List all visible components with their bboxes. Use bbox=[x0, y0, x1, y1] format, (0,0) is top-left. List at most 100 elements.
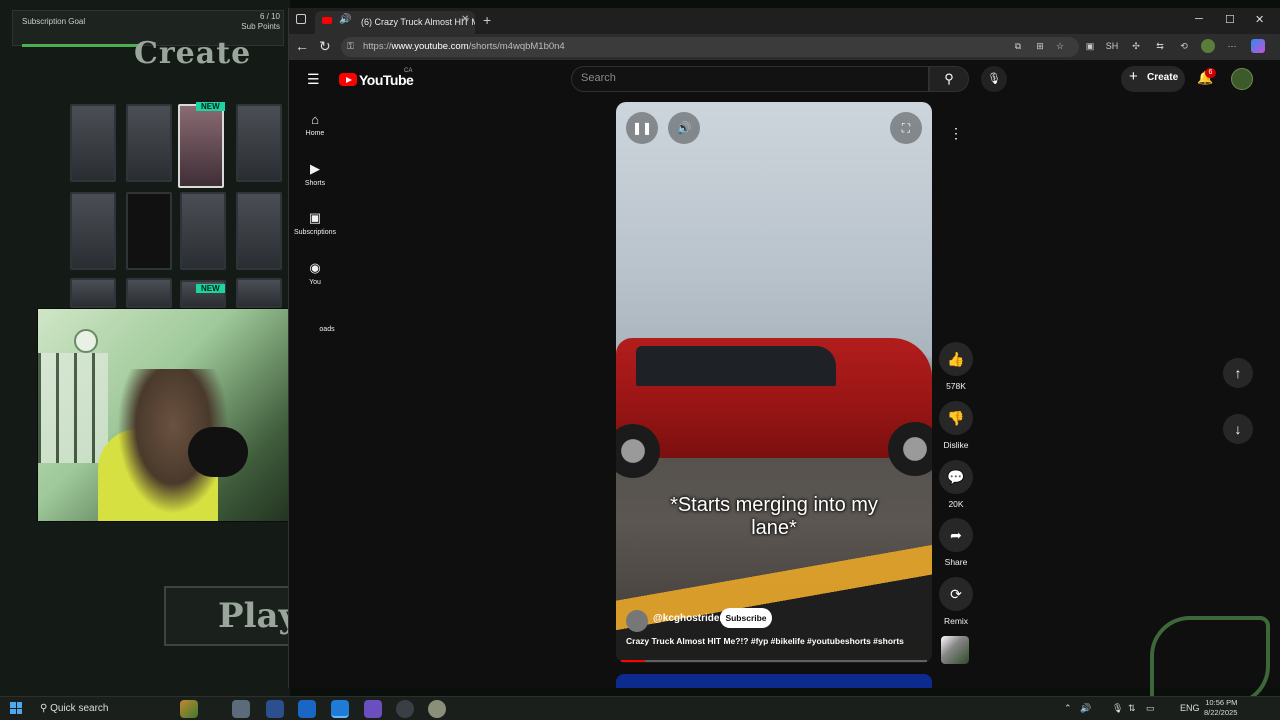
storage-icon[interactable]: ▭ bbox=[1146, 703, 1155, 714]
tab-actions-icon[interactable] bbox=[296, 14, 306, 24]
browser-window: (6) Crazy Truck Almost HIT M 🔊 ✕ + ─ ☐ ✕… bbox=[288, 8, 1280, 688]
close-window-icon[interactable]: ✕ bbox=[1255, 13, 1264, 26]
character-card bbox=[126, 192, 172, 270]
character-card bbox=[126, 104, 172, 182]
video-progress-bar[interactable] bbox=[621, 660, 927, 662]
network-icon[interactable]: ⇅ bbox=[1128, 703, 1136, 714]
pause-icon: ❚❚ bbox=[631, 121, 653, 135]
fullscreen-button[interactable]: ⛶ bbox=[890, 112, 922, 144]
sidebar-item-label: Subscriptions bbox=[293, 229, 337, 236]
favorite-star-icon[interactable]: ☆ bbox=[1053, 39, 1067, 53]
comment-icon: 💬 bbox=[947, 469, 965, 485]
subscription-goal-title: Subscription Goal bbox=[22, 17, 86, 26]
comments-button[interactable]: 💬 bbox=[939, 460, 973, 494]
start-button[interactable] bbox=[10, 702, 22, 714]
character-card bbox=[70, 278, 116, 308]
copilot-icon[interactable] bbox=[1251, 39, 1265, 53]
taskbar-search[interactable]: ⚲ Quick search bbox=[40, 703, 108, 714]
subscription-goal-count: 6 / 10 bbox=[259, 12, 280, 21]
close-tab-icon[interactable]: ✕ bbox=[461, 14, 469, 25]
language-indicator[interactable]: ENG bbox=[1180, 703, 1200, 713]
search-button[interactable]: ⚲ bbox=[929, 66, 969, 92]
youtube-logo-text[interactable]: YouTube bbox=[359, 72, 414, 88]
fullscreen-icon: ⛶ bbox=[901, 121, 911, 135]
shorts-icon: ▶ bbox=[310, 161, 320, 176]
profile-icon[interactable] bbox=[1201, 39, 1215, 53]
channel-avatar[interactable] bbox=[626, 610, 648, 632]
menu-icon[interactable]: ☰ bbox=[307, 71, 320, 88]
tray-overflow-icon[interactable]: ⌃ bbox=[1064, 703, 1072, 714]
taskbar-search-label: Quick search bbox=[50, 703, 109, 714]
share-icon: ➦ bbox=[950, 527, 962, 543]
site-info-icon[interactable]: ⚿ bbox=[347, 41, 354, 52]
split-tab-icon[interactable]: ⇆ bbox=[1153, 39, 1167, 53]
pause-button[interactable]: ❚❚ bbox=[626, 112, 658, 144]
character-card bbox=[236, 104, 282, 182]
volume-button[interactable]: 🔊 bbox=[668, 112, 700, 144]
microphone-icon[interactable]: 🎙 bbox=[1112, 703, 1123, 714]
audio-source-thumbnail[interactable] bbox=[941, 636, 969, 664]
history-icon[interactable]: ⟲ bbox=[1177, 39, 1191, 53]
youtube-logo-icon[interactable] bbox=[339, 73, 357, 86]
video-title[interactable]: Crazy Truck Almost HIT Me?!? #fyp #bikel… bbox=[626, 636, 926, 646]
sidebar-item-home[interactable]: ⌂ Home bbox=[289, 112, 341, 137]
volume-icon[interactable]: 🔊 bbox=[1080, 703, 1091, 714]
file-explorer-icon[interactable] bbox=[232, 700, 250, 718]
app-icon[interactable] bbox=[298, 700, 316, 718]
subscribe-button[interactable]: Subscribe bbox=[720, 608, 772, 628]
character-card bbox=[70, 192, 116, 270]
extension-icon[interactable]: SH bbox=[1105, 39, 1119, 53]
tab-bar: (6) Crazy Truck Almost HIT M 🔊 ✕ + ─ ☐ ✕ bbox=[289, 8, 1280, 34]
character-card bbox=[236, 278, 282, 308]
dislike-button[interactable]: 👎 bbox=[939, 401, 973, 435]
subscription-goal-progress bbox=[22, 44, 142, 47]
channel-logo-watermark bbox=[1150, 616, 1270, 706]
character-card bbox=[180, 192, 226, 270]
back-icon[interactable]: ← bbox=[295, 38, 309, 54]
character-card bbox=[70, 104, 116, 182]
notification-count-badge: 6 bbox=[1205, 68, 1216, 78]
previous-short-button[interactable]: ↑ bbox=[1223, 358, 1253, 388]
extensions-puzzle-icon[interactable]: ✣ bbox=[1129, 39, 1143, 53]
subscriptions-icon: ▣ bbox=[308, 210, 322, 225]
youtube-favicon-icon bbox=[322, 17, 332, 24]
voice-search-button[interactable]: 🎙 bbox=[981, 66, 1007, 92]
new-tab-button[interactable]: + bbox=[483, 12, 491, 28]
country-code: CA bbox=[404, 68, 413, 74]
sidebar-item-subscriptions[interactable]: ▣ Subscriptions bbox=[289, 210, 341, 236]
sidebar-item-you[interactable]: ◉ You bbox=[289, 260, 341, 286]
address-url[interactable]: https://www.youtube.com/shorts/m4wqbM1b0… bbox=[363, 41, 565, 52]
more-menu-icon[interactable]: ⋯ bbox=[1225, 39, 1239, 53]
remix-label: Remix bbox=[943, 616, 969, 626]
next-short-button[interactable]: ↓ bbox=[1223, 414, 1253, 444]
avatar[interactable] bbox=[1231, 68, 1253, 90]
like-button[interactable]: 👍 bbox=[939, 342, 973, 376]
channel-name[interactable]: @kcghostrider bbox=[653, 613, 723, 624]
app-icon[interactable] bbox=[266, 700, 284, 718]
more-options-icon[interactable]: ⋮ bbox=[941, 118, 971, 148]
clock[interactable]: 10:56 PM 8/22/2025 bbox=[1204, 698, 1237, 718]
extension-icon[interactable]: ▣ bbox=[1083, 39, 1097, 53]
obs-icon[interactable] bbox=[396, 700, 414, 718]
taskbar-widget-icon[interactable] bbox=[180, 700, 198, 718]
minimize-icon[interactable]: ─ bbox=[1195, 13, 1203, 25]
shorts-video-player[interactable]: *Starts merging into my lane* ❚❚ 🔊 ⛶ @kc… bbox=[616, 102, 932, 663]
maximize-icon[interactable]: ☐ bbox=[1225, 13, 1235, 26]
share-button[interactable]: ➦ bbox=[939, 518, 973, 552]
split-screen-icon[interactable]: ⊞ bbox=[1033, 39, 1047, 53]
clock-time: 10:56 PM bbox=[1205, 698, 1238, 707]
sidebar-item-downloads[interactable]: oads bbox=[301, 326, 353, 333]
speaker-icon[interactable]: 🔊 bbox=[339, 14, 351, 25]
edge-browser-icon[interactable] bbox=[331, 700, 349, 718]
sidebar-item-shorts[interactable]: ▶ Shorts bbox=[289, 161, 341, 187]
remix-button[interactable]: ⟳ bbox=[939, 577, 973, 611]
app-icon[interactable] bbox=[428, 700, 446, 718]
clock-icon bbox=[74, 329, 98, 353]
app-available-icon[interactable]: ⧉ bbox=[1011, 39, 1025, 53]
search-input[interactable] bbox=[571, 66, 929, 92]
discord-icon[interactable] bbox=[364, 700, 382, 718]
next-short-preview[interactable] bbox=[616, 674, 932, 688]
refresh-icon[interactable]: ↻ bbox=[319, 38, 331, 55]
subscription-goal-sub: Sub Points bbox=[241, 22, 280, 31]
overlay-play-text: Play bbox=[218, 596, 290, 636]
